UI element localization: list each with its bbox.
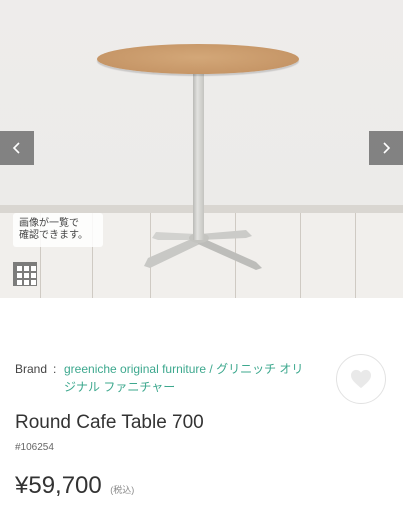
product-image[interactable]: 画像が一覧で 確認できます。: [0, 0, 403, 298]
favorite-button[interactable]: [336, 354, 386, 404]
gallery-note: 画像が一覧で 確認できます。: [13, 213, 103, 247]
grid-icon: [16, 266, 22, 271]
chevron-right-icon: [383, 142, 391, 154]
price-row: ¥59,700 (税込): [15, 472, 134, 500]
heart-icon: [351, 369, 371, 389]
product-code: #106254: [15, 442, 54, 453]
brand-link[interactable]: greeniche original furniture / グリニッチ オリジ…: [64, 360, 304, 396]
next-image-button[interactable]: [369, 131, 403, 165]
table-top: [97, 44, 299, 74]
product-price: ¥59,700: [15, 472, 102, 499]
table-pole: [193, 73, 204, 240]
chevron-left-icon: [12, 142, 20, 154]
prev-image-button[interactable]: [0, 131, 34, 165]
product-title: Round Cafe Table 700: [15, 412, 204, 433]
brand-label: Brand: [15, 362, 48, 376]
grid-view-button[interactable]: [13, 262, 37, 286]
brand-separator: :: [53, 362, 57, 376]
tax-note: (税込): [110, 485, 135, 495]
